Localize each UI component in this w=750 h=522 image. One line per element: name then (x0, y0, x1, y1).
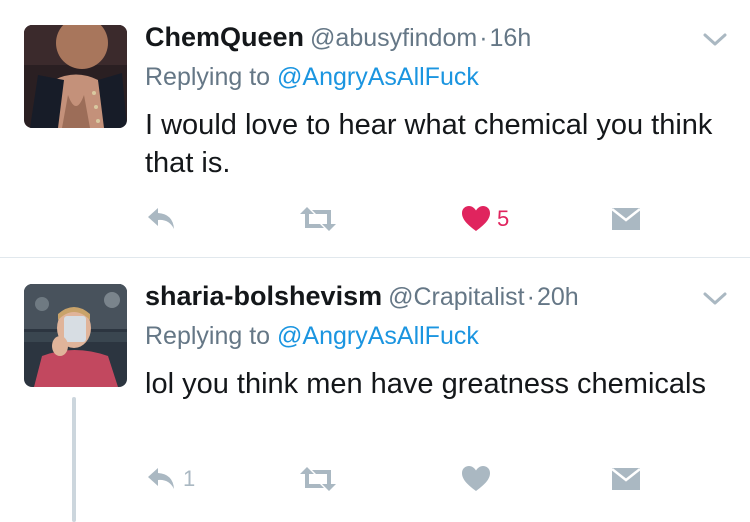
user-handle[interactable]: @abusyfindom (310, 24, 477, 52)
avatar[interactable] (24, 25, 127, 128)
display-name[interactable]: sharia-bolshevism (145, 281, 382, 311)
chevron-down-icon[interactable] (702, 291, 728, 307)
reply-button[interactable]: 1 (145, 459, 195, 499)
reply-icon (148, 208, 174, 229)
mention-link[interactable]: @AngryAsAllFuck (277, 322, 479, 350)
mention-link[interactable]: @AngryAsAllFuck (277, 63, 479, 91)
like-button[interactable]: 5 (461, 199, 509, 239)
tweet-header: ChemQueen @abusyfindom·16h (145, 22, 531, 58)
direct-message-button[interactable] (611, 459, 641, 499)
direct-message-icon (611, 208, 641, 230)
tweet-header: sharia-bolshevism @Crapitalist·20h (145, 281, 579, 317)
like-button[interactable] (461, 459, 491, 499)
timestamp[interactable]: 16h (490, 24, 532, 52)
retweet-button[interactable] (298, 199, 338, 239)
heart-icon (462, 206, 490, 231)
avatar[interactable] (24, 284, 127, 387)
display-name[interactable]: ChemQueen (145, 22, 304, 52)
tweet-1[interactable]: ChemQueen @abusyfindom·16h Replying to @A… (0, 0, 750, 258)
tweet-2[interactable]: sharia-bolshevism @Crapitalist·20h Replyi… (0, 259, 750, 522)
tweet-text: lol you think men have greatness chemica… (145, 368, 706, 400)
retweet-button[interactable] (298, 459, 338, 499)
replying-prefix: Replying to (145, 63, 271, 91)
replying-prefix: Replying to (145, 322, 271, 350)
reply-count: 1 (183, 466, 196, 491)
chevron-down-icon[interactable] (702, 32, 728, 48)
heart-icon (462, 466, 490, 491)
separator-dot: · (526, 283, 535, 311)
like-count: 5 (497, 206, 510, 231)
retweet-icon (300, 207, 336, 231)
thread-line (72, 397, 76, 522)
timestamp[interactable]: 20h (537, 283, 579, 311)
action-bar: 5 (145, 199, 665, 239)
reply-icon (148, 468, 174, 489)
user-handle[interactable]: @Crapitalist (388, 283, 525, 311)
separator-dot: · (479, 24, 488, 52)
replying-to: Replying to @AngryAsAllFuck (145, 322, 479, 351)
direct-message-icon (611, 468, 641, 490)
direct-message-button[interactable] (611, 199, 641, 239)
divider (0, 257, 750, 258)
replying-to: Replying to @AngryAsAllFuck (145, 63, 479, 92)
retweet-icon (300, 467, 336, 491)
reply-button[interactable] (145, 199, 177, 239)
tweet-text: I would love to hear what chemical you t… (145, 109, 713, 179)
action-bar: 1 (145, 459, 665, 499)
